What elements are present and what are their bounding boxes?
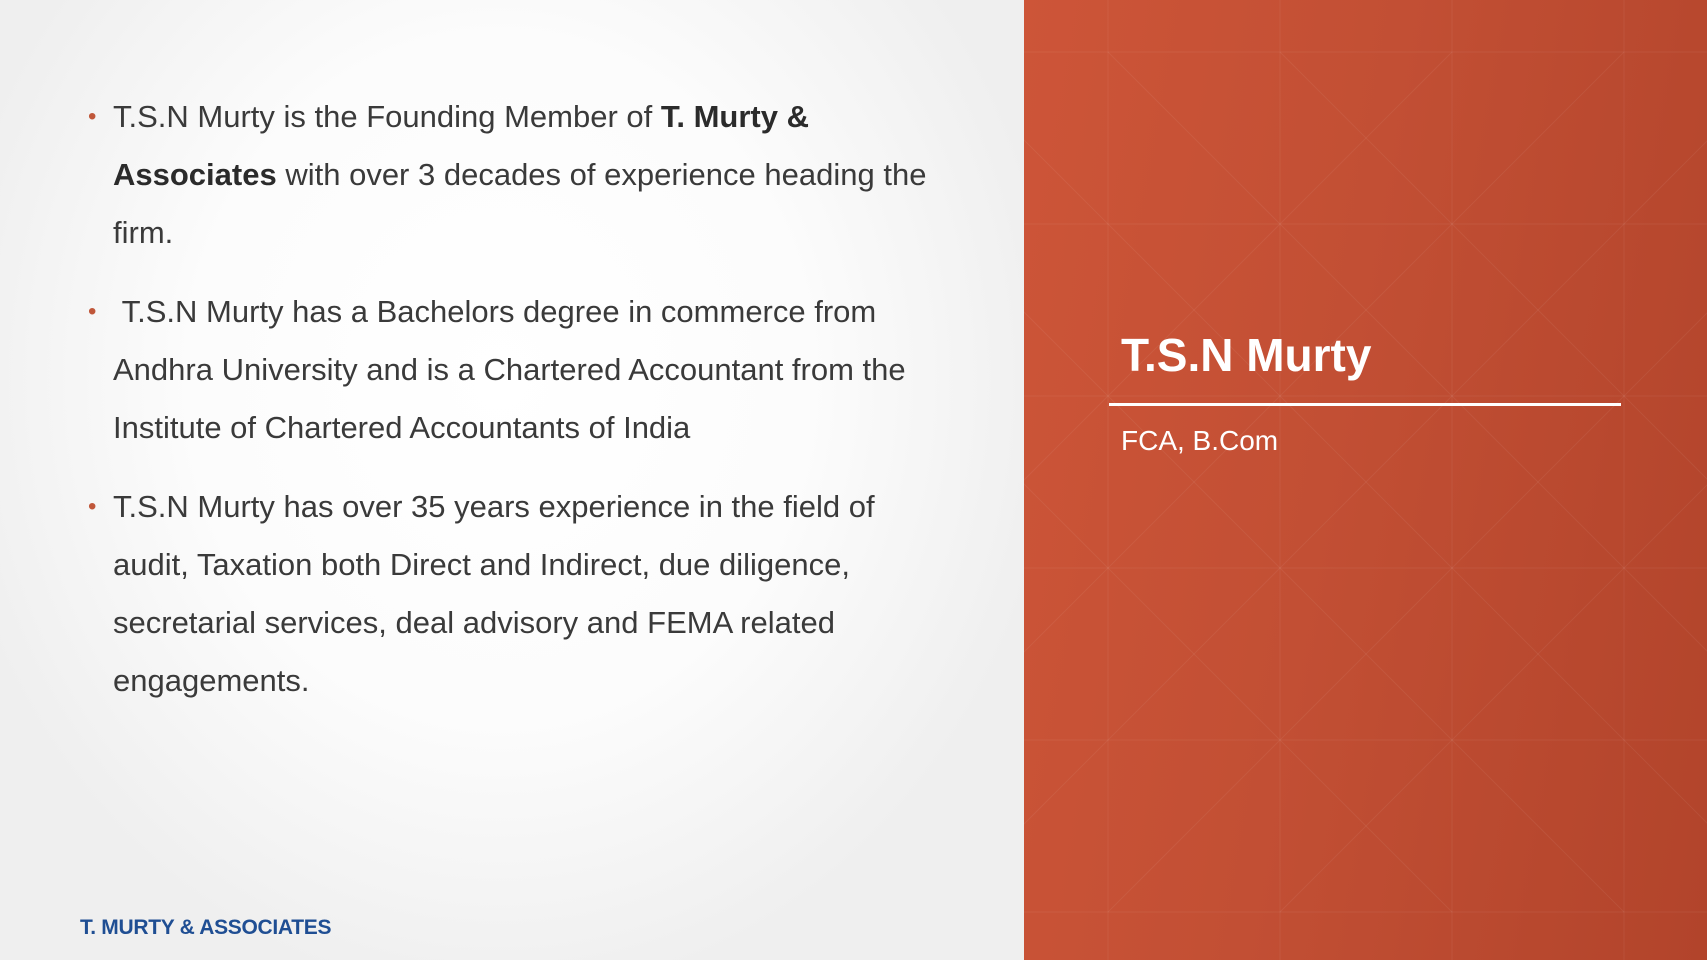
bullet-list: • T.S.N Murty is the Founding Member of … [88, 88, 948, 731]
title-divider [1109, 403, 1621, 406]
bullet-item: • T.S.N Murty has a Bachelors degree in … [88, 283, 948, 457]
bullet-text: T.S.N Murty has over 35 years experience… [113, 489, 875, 698]
bullet-item: • T.S.N Murty is the Founding Member of … [88, 88, 948, 262]
content-panel: • T.S.N Murty is the Founding Member of … [0, 0, 1024, 960]
bullet-icon: • [88, 103, 97, 130]
bullet-item: • T.S.N Murty has over 35 years experien… [88, 478, 948, 710]
profile-panel [1024, 0, 1707, 960]
background-pattern [1024, 0, 1707, 960]
bullet-text: T.S.N Murty has a Bachelors degree in co… [113, 294, 915, 445]
bullet-icon: • [88, 493, 97, 520]
company-logo: T. MURTY & ASSOCIATES [80, 916, 332, 939]
bullet-text: T.S.N Murty is the Founding Member of [113, 99, 661, 134]
bullet-icon: • [88, 298, 97, 325]
slide: • T.S.N Murty is the Founding Member of … [0, 0, 1707, 960]
profile-credentials: FCA, B.Com [1121, 425, 1279, 456]
profile-name: T.S.N Murty [1121, 329, 1372, 381]
